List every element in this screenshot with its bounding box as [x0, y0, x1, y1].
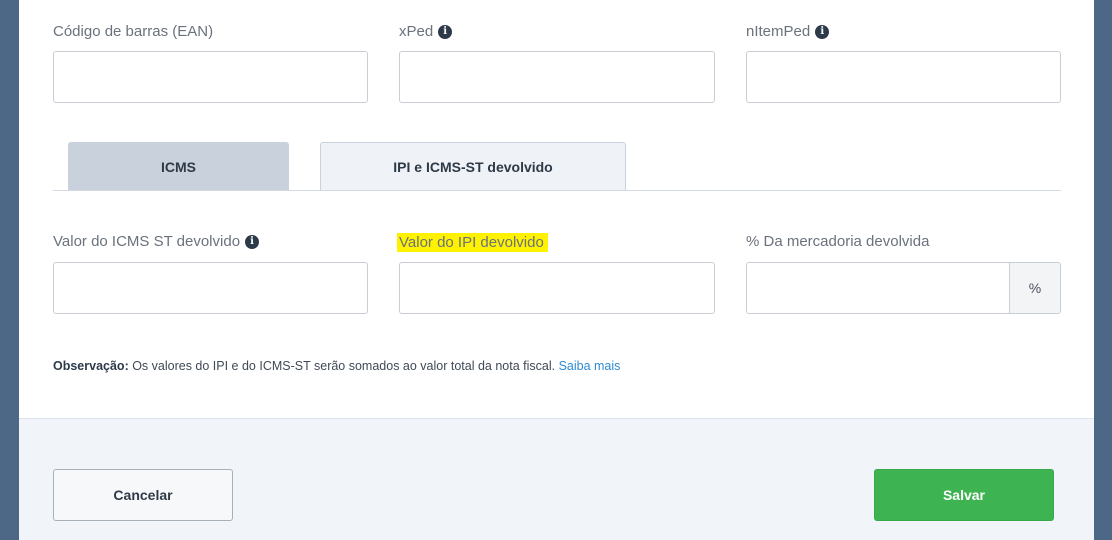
- tabs-divider: [53, 190, 1061, 191]
- percent-addon: %: [1009, 263, 1060, 313]
- tab-ipi-icms-st-devolvido[interactable]: IPI e ICMS-ST devolvido: [320, 142, 626, 190]
- ean-input[interactable]: [53, 51, 368, 103]
- info-icon[interactable]: i: [815, 24, 830, 39]
- ipi-devolvido-label: Valor do IPI devolvido: [397, 233, 548, 252]
- pct-mercadoria-label: % Da mercadoria devolvida: [746, 233, 930, 250]
- ean-label: Código de barras (EAN): [53, 23, 214, 40]
- info-icon[interactable]: i: [438, 24, 453, 39]
- tab-icms[interactable]: ICMS: [68, 142, 289, 190]
- pct-mercadoria-field: %: [746, 262, 1061, 314]
- save-button[interactable]: Salvar: [874, 469, 1054, 521]
- icms-st-devolvido-input[interactable]: [53, 262, 368, 314]
- xped-label: xPed i: [399, 23, 453, 40]
- modal-footer: Cancelar Salvar: [19, 418, 1094, 540]
- observation-note: Observação: Os valores do IPI e do ICMS-…: [53, 359, 621, 373]
- pct-mercadoria-input[interactable]: [747, 263, 1009, 313]
- nitemped-label: nItemPed i: [746, 23, 830, 40]
- info-icon[interactable]: i: [245, 234, 260, 249]
- xped-input[interactable]: [399, 51, 715, 103]
- modal-dialog: Código de barras (EAN) xPed i nItemPed i…: [19, 0, 1094, 540]
- nitemped-input[interactable]: [746, 51, 1061, 103]
- cancel-button[interactable]: Cancelar: [53, 469, 233, 521]
- saiba-mais-link[interactable]: Saiba mais: [559, 359, 621, 373]
- ipi-devolvido-input[interactable]: [399, 262, 715, 314]
- icms-st-devolvido-label: Valor do ICMS ST devolvido i: [53, 233, 260, 250]
